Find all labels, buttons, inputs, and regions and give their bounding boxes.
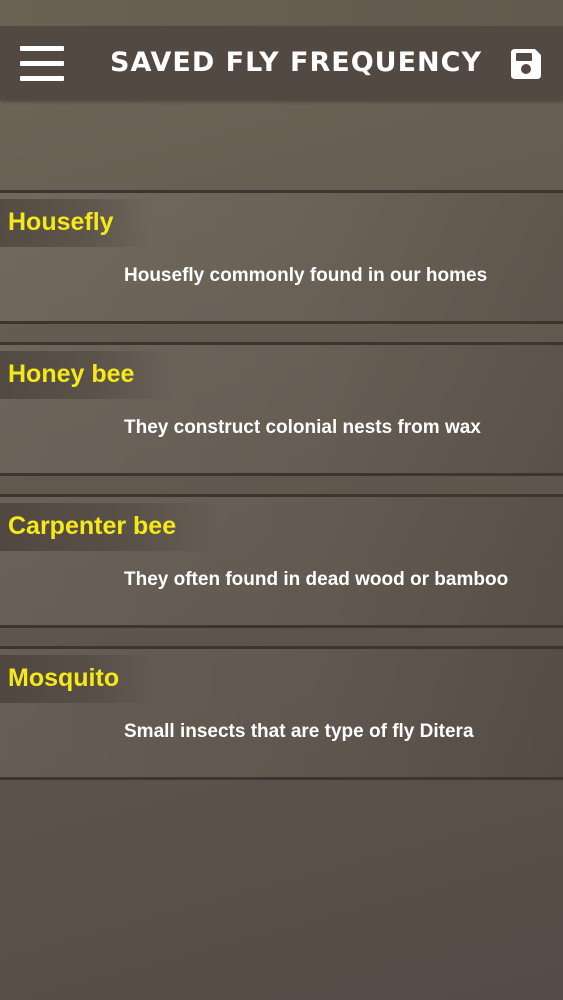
item-description: Housefly commonly found in our homes bbox=[124, 265, 488, 286]
list-item[interactable]: Carpenter bee They often found in dead w… bbox=[0, 494, 563, 628]
save-icon[interactable] bbox=[508, 46, 544, 82]
status-bar bbox=[0, 0, 563, 26]
item-title: Honey bee bbox=[0, 351, 175, 399]
list-item[interactable]: Mosquito Small insects that are type of … bbox=[0, 646, 563, 780]
list-item[interactable]: Housefly Housefly commonly found in our … bbox=[0, 190, 563, 324]
floppy-disk-icon bbox=[511, 49, 541, 79]
list-item[interactable]: Honey bee They construct colonial nests … bbox=[0, 342, 563, 476]
item-description: Small insects that are type of fly Diter… bbox=[124, 721, 474, 742]
menu-icon-bar bbox=[20, 61, 64, 66]
menu-icon[interactable] bbox=[20, 46, 64, 81]
item-title: Mosquito bbox=[0, 655, 160, 703]
item-description: They often found in dead wood or bamboo bbox=[124, 569, 509, 590]
item-description: They construct colonial nests from wax bbox=[124, 417, 481, 438]
menu-icon-bar bbox=[20, 76, 64, 81]
menu-icon-bar bbox=[20, 46, 64, 51]
page-title: SAVED FLY FREQUENCY bbox=[110, 47, 483, 78]
saved-frequency-list: Housefly Housefly commonly found in our … bbox=[0, 190, 563, 798]
item-title: Housefly bbox=[0, 199, 154, 247]
item-title: Carpenter bee bbox=[0, 503, 217, 551]
app-bar: SAVED FLY FREQUENCY bbox=[0, 26, 563, 100]
